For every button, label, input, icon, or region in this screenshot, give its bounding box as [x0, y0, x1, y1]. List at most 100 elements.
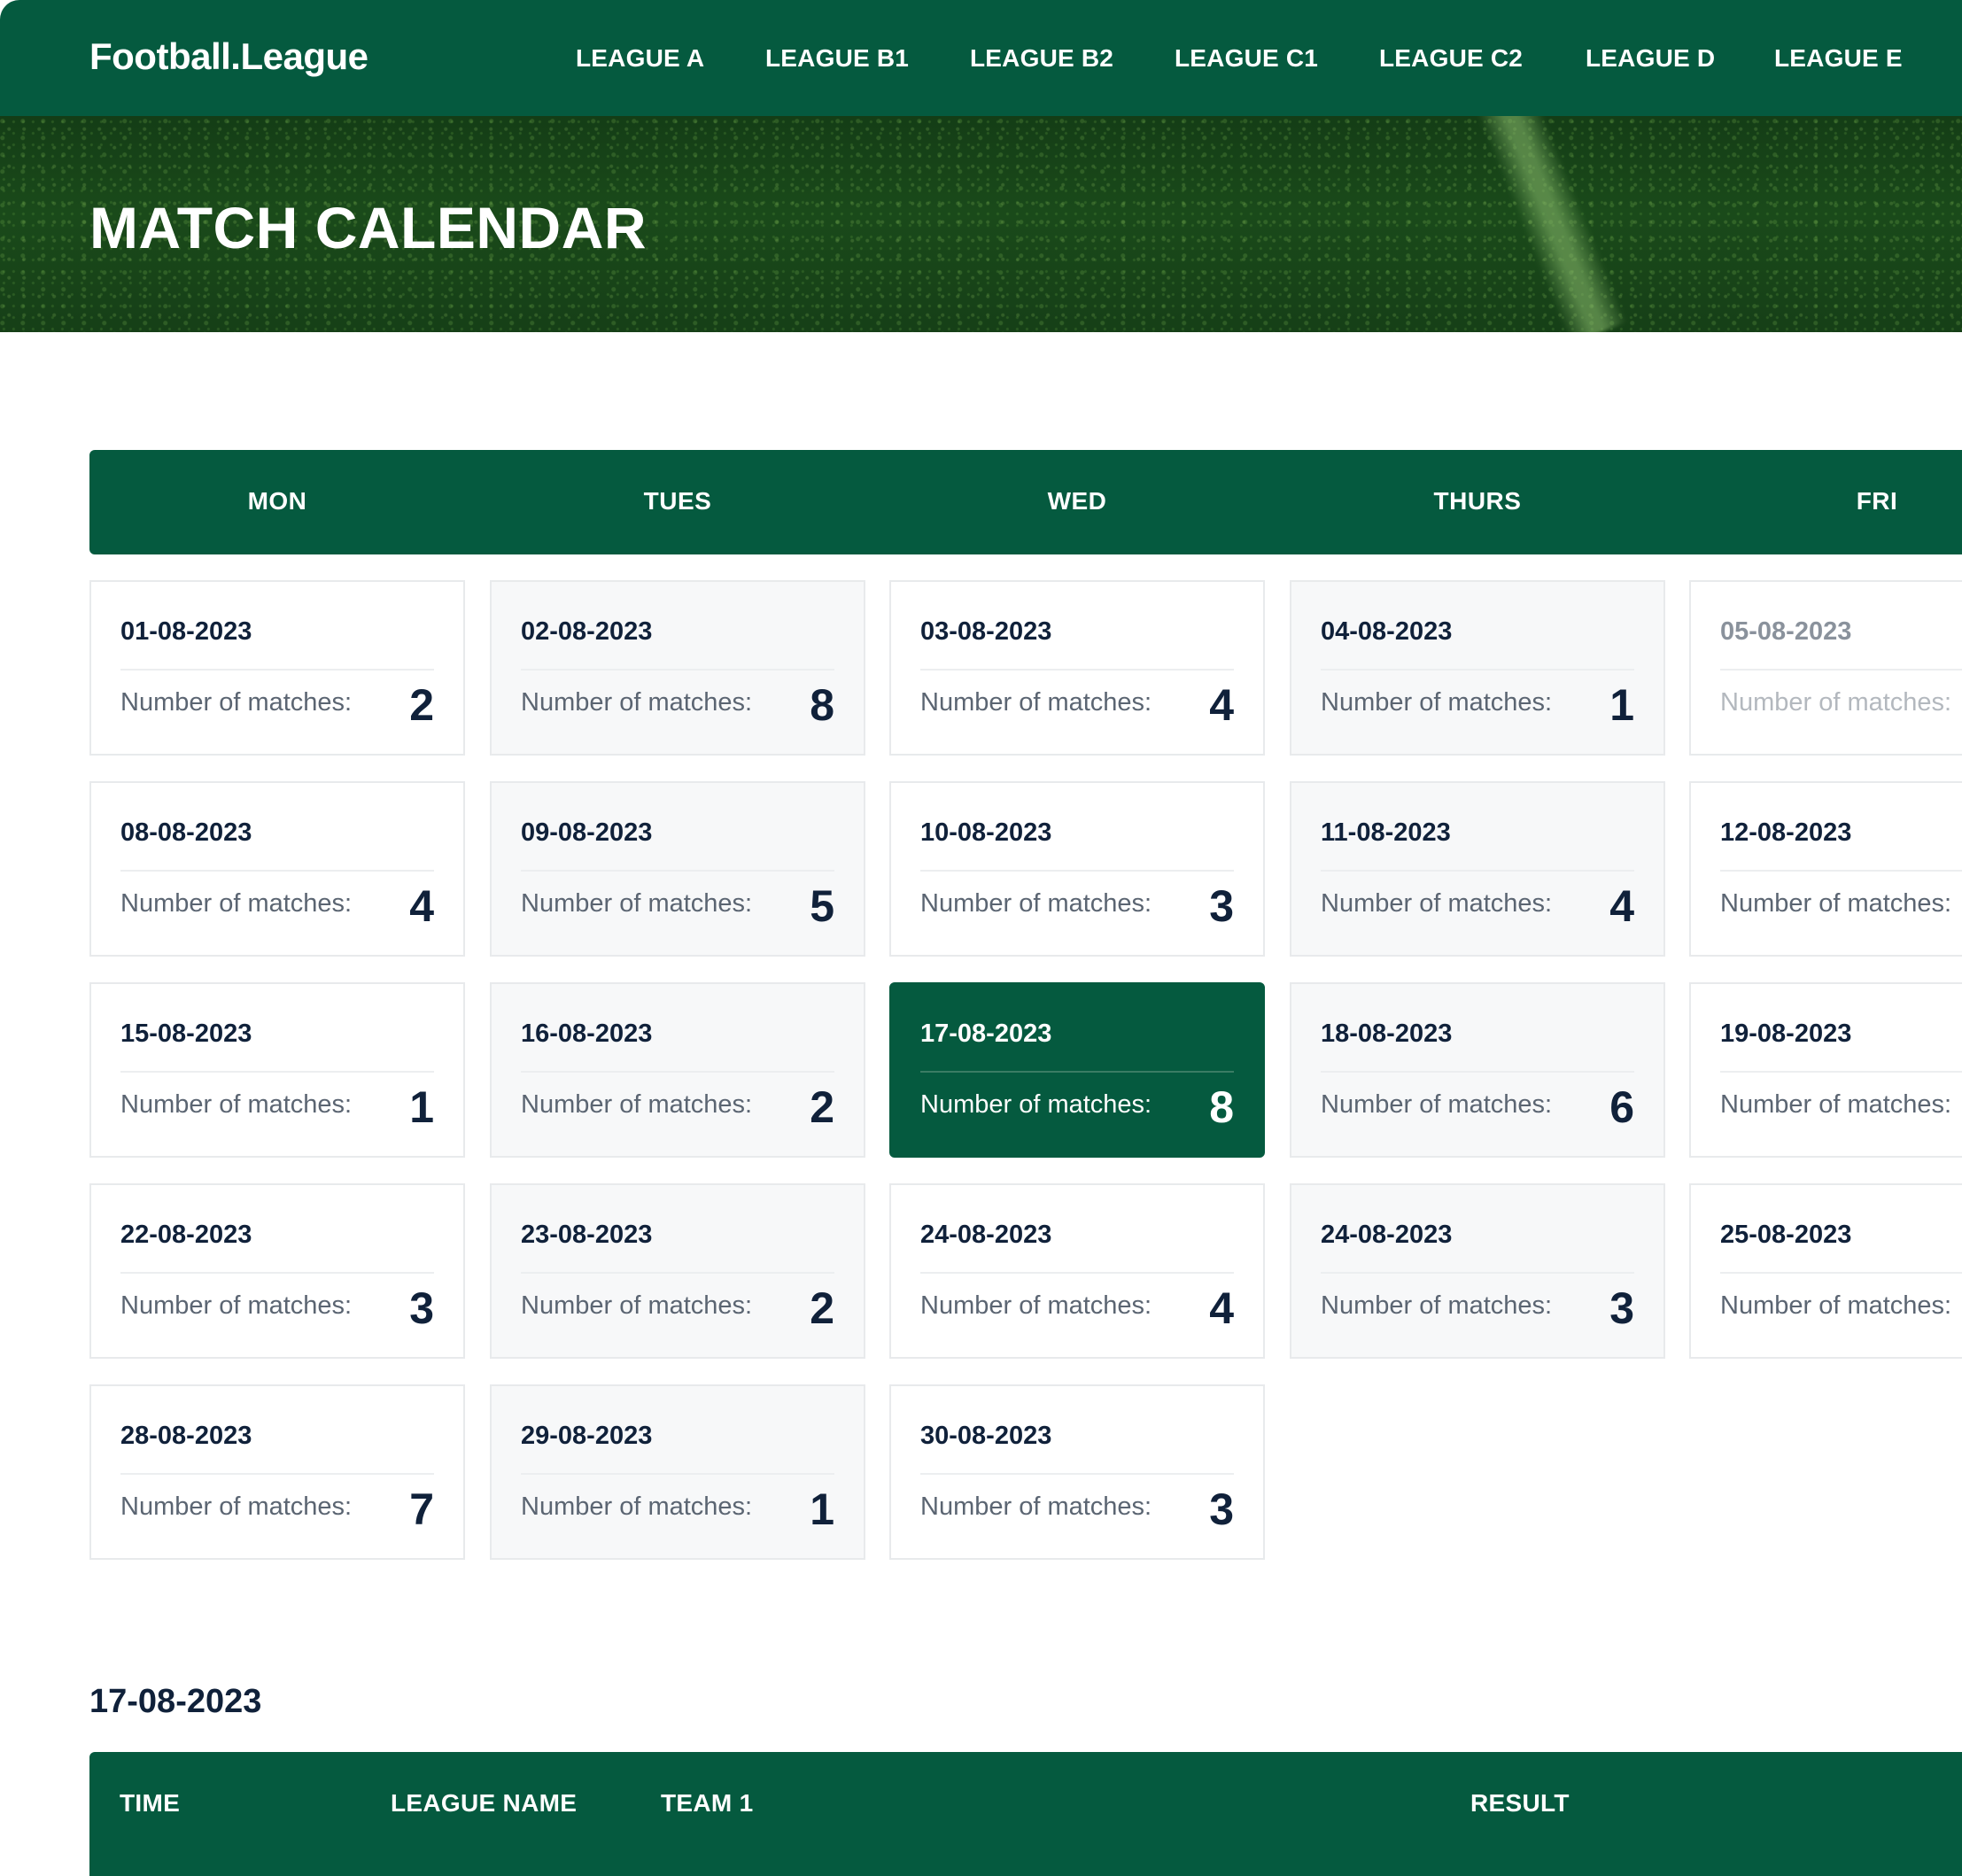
card-divider [521, 1272, 834, 1274]
match-count-label: Number of matches: [1321, 1291, 1553, 1320]
match-count-label: Number of matches: [1321, 1090, 1553, 1119]
match-count-label: Number of matches: [920, 1492, 1152, 1521]
day-card[interactable]: 22-08-2023 Number of matches: 3 [89, 1183, 465, 1359]
card-divider [1720, 870, 1962, 872]
card-divider [920, 1473, 1234, 1475]
match-count-label: Number of matches: [120, 1291, 353, 1320]
match-count-value: 2 [409, 680, 434, 730]
weekday-mon: MON [247, 487, 307, 515]
match-count-value: 1 [810, 1485, 834, 1534]
nav-item-league-a[interactable]: LEAGUE A [576, 44, 704, 73]
match-count-label: Number of matches: [521, 1090, 753, 1119]
card-date: 05-08-2023 [1720, 617, 1852, 646]
column-header-team-1[interactable]: TEAM 1 [661, 1789, 753, 1818]
match-count-value: 6 [1609, 1082, 1634, 1132]
card-divider [920, 669, 1234, 671]
day-card[interactable]: 01-08-2023 Number of matches: 2 [89, 580, 465, 756]
match-count-value: 3 [1209, 881, 1234, 931]
card-date: 19-08-2023 [1720, 1019, 1852, 1048]
card-divider [1720, 1071, 1962, 1073]
column-header-time[interactable]: TIME [120, 1789, 180, 1818]
match-count-label: Number of matches: [521, 889, 753, 918]
day-card[interactable]: 04-08-2023 Number of matches: 1 [1290, 580, 1665, 756]
card-date: 11-08-2023 [1321, 818, 1451, 847]
day-card[interactable]: 25-08-2023 Number of matches: [1689, 1183, 1962, 1359]
day-card[interactable]: 05-08-2023 Number of matches: [1689, 580, 1962, 756]
card-divider [521, 1473, 834, 1475]
match-count-value: 2 [810, 1283, 834, 1333]
match-count-label: Number of matches: [1321, 688, 1553, 717]
match-count-label: Number of matches: [920, 1291, 1152, 1320]
card-date: 17-08-2023 [920, 1019, 1052, 1048]
day-card[interactable]: 08-08-2023 Number of matches: 4 [89, 781, 465, 957]
card-divider [521, 669, 834, 671]
selected-date-heading: 17-08-2023 [89, 1683, 262, 1720]
match-count-label: Number of matches: [1720, 889, 1952, 918]
day-card[interactable]: 16-08-2023 Number of matches: 2 [490, 982, 865, 1158]
match-count-value: 4 [1209, 680, 1234, 730]
day-card[interactable]: 30-08-2023 Number of matches: 3 [889, 1384, 1265, 1560]
match-count-value: 2 [810, 1082, 834, 1132]
day-card[interactable]: 17-08-2023 Number of matches: 8 [889, 982, 1265, 1158]
card-date: 28-08-2023 [120, 1422, 252, 1450]
card-date: 30-08-2023 [920, 1422, 1052, 1450]
match-count-label: Number of matches: [920, 889, 1152, 918]
card-divider [120, 870, 434, 872]
match-count-label: Number of matches: [521, 1492, 753, 1521]
day-card[interactable]: 11-08-2023 Number of matches: 4 [1290, 781, 1665, 957]
day-card[interactable]: 03-08-2023 Number of matches: 4 [889, 580, 1265, 756]
match-count-value: 7 [409, 1485, 434, 1534]
day-card[interactable]: 28-08-2023 Number of matches: 7 [89, 1384, 465, 1560]
nav-item-league-b1[interactable]: LEAGUE B1 [765, 44, 909, 73]
day-card[interactable]: 10-08-2023 Number of matches: 3 [889, 781, 1265, 957]
top-navigation-bar: Football.League LEAGUE A LEAGUE B1 LEAGU… [0, 0, 1962, 116]
weekday-tues: TUES [643, 487, 712, 515]
match-count-value: 1 [409, 1082, 434, 1132]
card-date: 23-08-2023 [521, 1221, 653, 1249]
day-card[interactable]: 12-08-2023 Number of matches: [1689, 781, 1962, 957]
matches-table-header: TIME LEAGUE NAME TEAM 1 RESULT [89, 1752, 1962, 1876]
day-card[interactable]: 18-08-2023 Number of matches: 6 [1290, 982, 1665, 1158]
match-count-label: Number of matches: [120, 688, 353, 717]
day-card[interactable]: 23-08-2023 Number of matches: 2 [490, 1183, 865, 1359]
match-count-label: Number of matches: [521, 1291, 753, 1320]
day-card[interactable]: 24-08-2023 Number of matches: 3 [1290, 1183, 1665, 1359]
card-date: 25-08-2023 [1720, 1221, 1852, 1249]
card-divider [521, 870, 834, 872]
day-card[interactable]: 09-08-2023 Number of matches: 5 [490, 781, 865, 957]
nav-item-league-c2[interactable]: LEAGUE C2 [1379, 44, 1523, 73]
card-divider [1321, 870, 1634, 872]
page-title: MATCH CALENDAR [89, 195, 648, 260]
day-card[interactable]: 19-08-2023 Number of matches: [1689, 982, 1962, 1158]
calendar-weekday-header: MON TUES WED THURS FRI [89, 450, 1962, 554]
weekday-wed: WED [1047, 487, 1107, 515]
day-card[interactable]: 24-08-2023 Number of matches: 4 [889, 1183, 1265, 1359]
match-count-value: 3 [409, 1283, 434, 1333]
day-card[interactable]: 02-08-2023 Number of matches: 8 [490, 580, 865, 756]
card-date: 24-08-2023 [920, 1221, 1052, 1249]
card-divider [1321, 669, 1634, 671]
match-count-value: 4 [409, 881, 434, 931]
column-header-league-name[interactable]: LEAGUE NAME [391, 1789, 577, 1818]
card-divider [1720, 669, 1962, 671]
day-card[interactable]: 15-08-2023 Number of matches: 1 [89, 982, 465, 1158]
match-count-label: Number of matches: [1720, 688, 1952, 717]
column-header-result[interactable]: RESULT [1470, 1789, 1570, 1818]
nav-item-league-c1[interactable]: LEAGUE C1 [1175, 44, 1318, 73]
card-divider [920, 1272, 1234, 1274]
match-count-label: Number of matches: [120, 889, 353, 918]
nav-item-league-e[interactable]: LEAGUE E [1774, 44, 1903, 73]
card-date: 08-08-2023 [120, 818, 252, 847]
card-date: 29-08-2023 [521, 1422, 653, 1450]
nav-item-league-d[interactable]: LEAGUE D [1586, 44, 1715, 73]
match-count-value: 3 [1609, 1283, 1634, 1333]
card-date: 03-08-2023 [920, 617, 1052, 646]
card-date: 24-08-2023 [1321, 1221, 1453, 1249]
match-count-value: 5 [810, 881, 834, 931]
day-card[interactable]: 29-08-2023 Number of matches: 1 [490, 1384, 865, 1560]
weekday-fri: FRI [1856, 487, 1898, 515]
nav-item-league-b2[interactable]: LEAGUE B2 [970, 44, 1113, 73]
card-divider [120, 1473, 434, 1475]
card-divider [1321, 1071, 1634, 1073]
match-count-label: Number of matches: [1720, 1291, 1952, 1320]
